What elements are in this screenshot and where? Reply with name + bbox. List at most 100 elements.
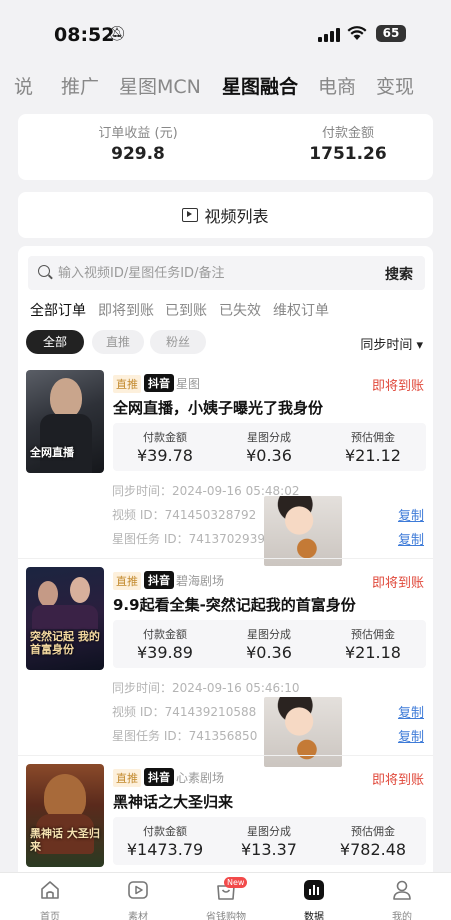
order-source: 星图	[176, 377, 201, 391]
order-income-value: 929.8	[111, 144, 165, 164]
income-summary-card: 订单收益 (元) 929.8 付款金额 1751.26	[18, 114, 433, 180]
data-chart-icon	[304, 880, 324, 900]
order-status: 即将到账	[371, 379, 424, 394]
order-tab-all[interactable]: 全部订单	[30, 300, 86, 320]
search-button[interactable]: 搜索	[385, 264, 413, 284]
video-list-header[interactable]: 视频列表	[18, 192, 433, 238]
thumbnail-caption: 黑神话 大圣归来	[30, 827, 100, 853]
copy-task-id-button[interactable]: 复制	[398, 529, 424, 548]
mute-bell-icon: 🔕︎	[108, 26, 126, 42]
sort-dropdown[interactable]: 同步时间 ▾	[360, 334, 423, 353]
commission-value: ¥21.12	[345, 446, 401, 465]
copy-video-id-button[interactable]: 复制	[398, 702, 424, 721]
video-thumbnail[interactable]: 全网直播	[26, 370, 104, 473]
share-value: ¥0.36	[246, 446, 292, 465]
person-icon	[393, 880, 411, 900]
filter-all[interactable]: 全部	[26, 330, 84, 354]
nav-material[interactable]: 素材	[106, 873, 170, 920]
order-metrics: 付款金额 ¥39.78 星图分成 ¥0.36 预估佣金 ¥21.12	[113, 423, 426, 471]
share-label: 星图分成	[247, 431, 291, 444]
status-time: 08:52	[54, 24, 115, 46]
battery-icon: 65	[376, 25, 406, 42]
share-label: 星图分成	[247, 628, 291, 641]
tab-shuo[interactable]: 说	[14, 72, 33, 99]
bottom-nav: 首页 素材 New 省钱购物 数据 我的	[0, 872, 451, 920]
nav-shopping[interactable]: New 省钱购物	[194, 873, 258, 920]
order-tab-expired[interactable]: 已失效	[219, 300, 261, 320]
video-thumbnail[interactable]: 黑神话 大圣归来	[26, 764, 104, 867]
nav-label: 素材	[128, 912, 148, 920]
thumbnail-caption: 全网直播	[30, 446, 74, 459]
tab-tuiguang[interactable]: 推广	[61, 72, 99, 99]
commission-label: 预估佣金	[351, 628, 395, 641]
zhitui-tag: 直推	[113, 769, 141, 787]
tab-dianshang[interactable]: 电商	[318, 72, 356, 99]
nav-label: 数据	[304, 912, 324, 920]
home-icon	[41, 881, 59, 899]
filter-fans[interactable]: 粉丝	[150, 330, 206, 354]
chevron-down-icon: ▾	[416, 338, 423, 353]
video-id: 视频 ID：741450328792	[112, 508, 257, 522]
overlay-photo	[264, 496, 342, 566]
commission-label: 预估佣金	[351, 431, 395, 444]
new-badge: New	[224, 877, 248, 888]
order-tab-dispute[interactable]: 维权订单	[273, 300, 329, 320]
order-metrics: 付款金额 ¥39.89 星图分成 ¥0.36 预估佣金 ¥21.18	[113, 620, 426, 668]
order-item[interactable]: 全网直播 直推 抖音 星图 即将到账 全网直播，小姨子曝光了我身份 付款金额 ¥…	[26, 370, 426, 566]
status-bar: 08:52 🔕︎ 65	[0, 0, 451, 60]
paid-amount-label: 付款金额	[321, 126, 374, 141]
nav-label: 省钱购物	[206, 912, 246, 920]
tab-bianxian[interactable]: 变现	[376, 72, 414, 99]
share-label: 星图分成	[247, 825, 291, 838]
video-list-title: 视频列表	[204, 207, 269, 226]
search-input[interactable]	[58, 256, 358, 290]
share-value: ¥0.36	[246, 643, 292, 662]
copy-video-id-button[interactable]: 复制	[398, 505, 424, 524]
play-square-icon	[128, 881, 148, 899]
wifi-icon	[347, 25, 367, 45]
divider	[18, 755, 433, 756]
commission-value: ¥21.18	[345, 643, 401, 662]
video-id: 视频 ID：741439210588	[112, 705, 257, 719]
video-thumbnail[interactable]: 突然记起 我的首富身份	[26, 567, 104, 670]
nav-home[interactable]: 首页	[18, 873, 82, 920]
top-tab-bar: 说 推广 星图MCN 星图融合 电商 变现	[0, 62, 451, 106]
order-tab-pending[interactable]: 即将到账	[98, 300, 154, 320]
zhitui-tag: 直推	[113, 375, 141, 393]
orders-card: 搜索 全部订单 即将到账 已到账 已失效 维权订单 全部 直推 粉丝 同步时间 …	[18, 246, 433, 886]
nav-label: 首页	[40, 912, 60, 920]
search-icon	[38, 265, 50, 277]
order-status: 即将到账	[371, 773, 424, 788]
order-status: 即将到账	[371, 576, 424, 591]
tab-xingtu-ronghe[interactable]: 星图融合	[222, 72, 298, 99]
filter-zhitui[interactable]: 直推	[92, 330, 144, 354]
douyin-tag: 抖音	[144, 374, 174, 392]
paid-value: ¥1473.79	[126, 840, 204, 859]
search-bar: 搜索	[28, 256, 425, 290]
paid-label: 付款金额	[143, 628, 187, 641]
order-item[interactable]: 突然记起 我的首富身份 直推 抖音 碧海剧场 即将到账 9.9起看全集-突然记起…	[26, 567, 426, 767]
order-income-label: 订单收益 (元)	[98, 126, 178, 141]
order-tab-settled[interactable]: 已到账	[165, 300, 207, 320]
video-list-icon	[182, 208, 199, 222]
douyin-tag: 抖音	[144, 571, 174, 589]
order-title: 全网直播，小姨子曝光了我身份	[113, 399, 324, 417]
order-title: 9.9起看全集-突然记起我的首富身份	[113, 596, 356, 614]
commission-label: 预估佣金	[351, 825, 395, 838]
nav-me[interactable]: 我的	[370, 873, 434, 920]
overlay-photo	[264, 697, 342, 767]
paid-label: 付款金额	[143, 825, 187, 838]
douyin-tag: 抖音	[144, 768, 174, 786]
order-title: 黑神话之大圣归来	[113, 793, 234, 811]
commission-value: ¥782.48	[339, 840, 407, 859]
paid-label: 付款金额	[143, 431, 187, 444]
copy-task-id-button[interactable]: 复制	[398, 726, 424, 745]
task-id: 星图任务 ID：7413702939	[112, 532, 265, 546]
nav-label: 我的	[392, 912, 412, 920]
tab-xingtu-mcn[interactable]: 星图MCN	[119, 72, 201, 99]
order-source: 心素剧场	[176, 771, 225, 785]
order-metrics: 付款金额 ¥1473.79 星图分成 ¥13.37 预估佣金 ¥782.48	[113, 817, 426, 865]
nav-data[interactable]: 数据	[282, 873, 346, 920]
paid-amount-value: 1751.26	[309, 144, 387, 164]
order-item[interactable]: 黑神话 大圣归来 直推 抖音 心素剧场 即将到账 黑神话之大圣归来 付款金额 ¥…	[26, 764, 426, 874]
